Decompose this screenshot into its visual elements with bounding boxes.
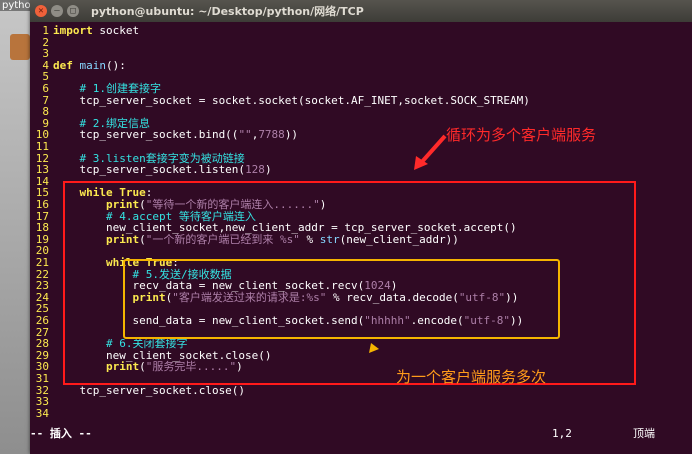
maximize-icon[interactable]: □ [67,5,79,17]
code-token: tcp_server_socket.bind(( [53,128,239,142]
code-token: (): [106,58,126,72]
terminal-window: ✕ – □ python@ubuntu: ~/Desktop/python/网络… [30,0,692,454]
close-icon[interactable]: ✕ [35,5,47,17]
inner-loop-annotation: 为一个客户端服务多次 [396,368,547,386]
code-token: main [79,58,107,72]
cursor-position: 1,2 [552,427,572,440]
code-line[interactable]: 7 tcp_server_socket = socket.socket(sock… [30,93,530,107]
code-token: tcp_server_socket = socket.socket(socket… [53,93,530,107]
code-token: ) [264,163,272,177]
minimize-icon[interactable]: – [51,5,63,17]
line-number: 34 [35,406,49,420]
vim-status-line: -- 插入 -- 1,2 顶端 [30,427,692,441]
code-token: import [53,24,93,37]
desktop-folder-icon[interactable] [10,34,30,60]
code-token: 128 [245,163,265,177]
outer-loop-annotation: 循环为多个客户端服务 [446,126,597,144]
code-line[interactable]: 34 [30,406,53,420]
inner-loop-highlight-box [123,259,560,339]
red-arrow-icon [414,134,447,170]
scroll-position: 顶端 [633,427,655,440]
code-line[interactable]: 10 tcp_server_socket.bind(("",7788)) [30,129,298,141]
insert-mode-indicator: -- 插入 -- [30,427,92,440]
code-token: tcp_server_socket.listen( [53,163,246,177]
code-token: tcp_server_socket.close() [53,383,246,397]
code-token: def [53,58,73,72]
code-token: "" [238,128,252,142]
title-bar[interactable]: ✕ – □ python@ubuntu: ~/Desktop/python/网络… [30,0,692,22]
code-line[interactable]: 32 tcp_server_socket.close() [30,383,246,397]
code-token: socket [92,24,140,37]
yellow-arrow-icon [369,343,379,353]
code-line[interactable]: 13 tcp_server_socket.listen(128) [30,164,272,176]
window-title: python@ubuntu: ~/Desktop/python/网络/TCP [91,5,364,18]
code-token: )) [284,128,299,142]
code-token: 7788 [258,128,285,142]
